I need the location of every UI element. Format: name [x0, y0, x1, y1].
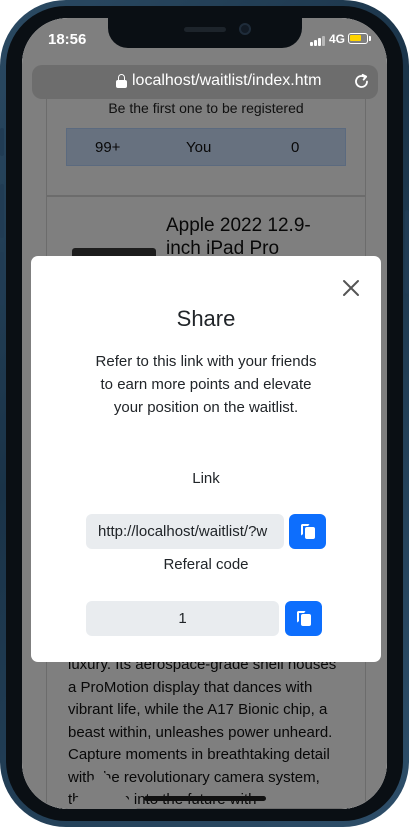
signal-icon: [310, 36, 325, 46]
copy-icon: [297, 611, 311, 627]
referral-code-input[interactable]: [86, 601, 279, 636]
copy-icon: [301, 524, 315, 540]
battery-tip: [369, 36, 371, 41]
url-text[interactable]: localhost/waitlist/index.htm: [132, 72, 321, 90]
network-type: 4G: [329, 32, 346, 46]
phone-side-button: [0, 128, 4, 156]
copy-code-button[interactable]: [285, 601, 322, 636]
link-label: Link: [192, 470, 220, 487]
phone-frame: Be the first one to be registered 99+ Yo…: [0, 0, 409, 827]
lock-icon: [116, 74, 127, 88]
phone-volume-down-button: [0, 252, 4, 306]
phone-volume-up-button: [0, 184, 4, 238]
battery-icon: [348, 33, 368, 44]
phone-power-button: [405, 210, 409, 294]
earpiece-speaker: [184, 27, 226, 32]
battery-level: [350, 35, 361, 41]
phone-screen: Be the first one to be registered 99+ Yo…: [22, 18, 387, 809]
modal-title: Share: [176, 306, 236, 331]
home-indicator[interactable]: [144, 796, 266, 801]
notch: [108, 18, 302, 48]
close-icon[interactable]: [340, 277, 362, 299]
front-camera: [239, 23, 251, 35]
referral-link-input[interactable]: [86, 514, 284, 549]
status-bar: 18:56 4G: [22, 18, 387, 64]
modal-description: Refer to this link with your friends to …: [95, 353, 317, 416]
address-bar[interactable]: localhost/waitlist/index.htm: [32, 65, 378, 99]
share-modal: Share Refer to this link with your frien…: [31, 256, 381, 662]
copy-link-button[interactable]: [289, 514, 326, 549]
status-time: 18:56: [48, 31, 87, 48]
referral-code-label: Referal code: [163, 556, 249, 573]
reload-icon[interactable]: [353, 73, 370, 90]
